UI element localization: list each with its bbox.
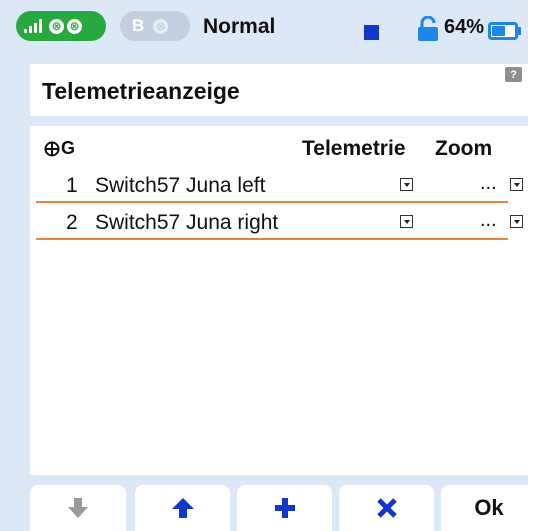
flight-mode-label[interactable]: Normal — [203, 15, 275, 39]
close-circle-icon: ⊗ — [153, 18, 169, 34]
telemetry-list-panel: G Telemetrie Zoom 1 Switch57 Juna left .… — [30, 126, 528, 475]
zoom-dropdown-icon[interactable] — [510, 178, 523, 191]
close-circle-icon: ⊗ — [49, 18, 64, 34]
zoom-value[interactable]: ... — [480, 209, 497, 232]
group-column-header: G — [44, 138, 75, 159]
row-number: 1 — [66, 174, 78, 197]
x-icon — [376, 498, 397, 518]
status-square-icon — [364, 25, 379, 40]
telemetrie-column-header: Telemetrie — [302, 137, 406, 160]
sensor-name[interactable]: Switch57 Juna right — [95, 211, 278, 235]
battery-icon — [488, 22, 521, 40]
b-label: B — [132, 16, 145, 35]
screen-edge — [528, 0, 537, 531]
delete-button[interactable] — [339, 485, 434, 531]
page-title: Telemetrieanzeige — [42, 78, 240, 104]
signal-bars-icon — [24, 19, 42, 33]
group-column-label: G — [61, 138, 76, 158]
action-button-bar: Ok — [0, 485, 537, 531]
arrow-down-icon — [68, 498, 88, 518]
battery-percent: 64% — [444, 16, 485, 38]
title-panel: Telemetrieanzeige ? — [30, 64, 528, 116]
ok-button[interactable]: Ok — [441, 485, 537, 531]
plus-icon — [274, 498, 295, 518]
b-status-pill[interactable]: B ⊗ — [120, 11, 190, 41]
help-icon[interactable]: ? — [505, 67, 522, 82]
telemetrie-dropdown-icon[interactable] — [400, 178, 413, 191]
table-row[interactable]: 1 Switch57 Juna left ... — [36, 167, 523, 203]
arrow-up-icon — [171, 498, 194, 518]
unlock-icon[interactable] — [417, 16, 439, 42]
telemetrie-dropdown-icon[interactable] — [400, 215, 413, 228]
table-row[interactable]: 2 Switch57 Juna right ... — [36, 204, 523, 240]
zoom-column-header: Zoom — [435, 137, 493, 160]
zoom-value[interactable]: ... — [480, 172, 497, 195]
receiver-status-pill[interactable]: ⊗ ⊗ — [16, 11, 106, 41]
sensor-name[interactable]: Switch57 Juna left — [95, 174, 265, 198]
status-bar: ⊗ ⊗ B ⊗ Normal 64% — [16, 8, 528, 48]
row-number: 2 — [66, 211, 78, 234]
add-button[interactable] — [237, 485, 332, 531]
move-down-button[interactable] — [30, 485, 126, 531]
globe-icon — [44, 141, 60, 156]
zoom-dropdown-icon[interactable] — [510, 215, 523, 228]
close-circle-icon: ⊗ — [67, 18, 82, 34]
move-up-button[interactable] — [135, 485, 230, 531]
